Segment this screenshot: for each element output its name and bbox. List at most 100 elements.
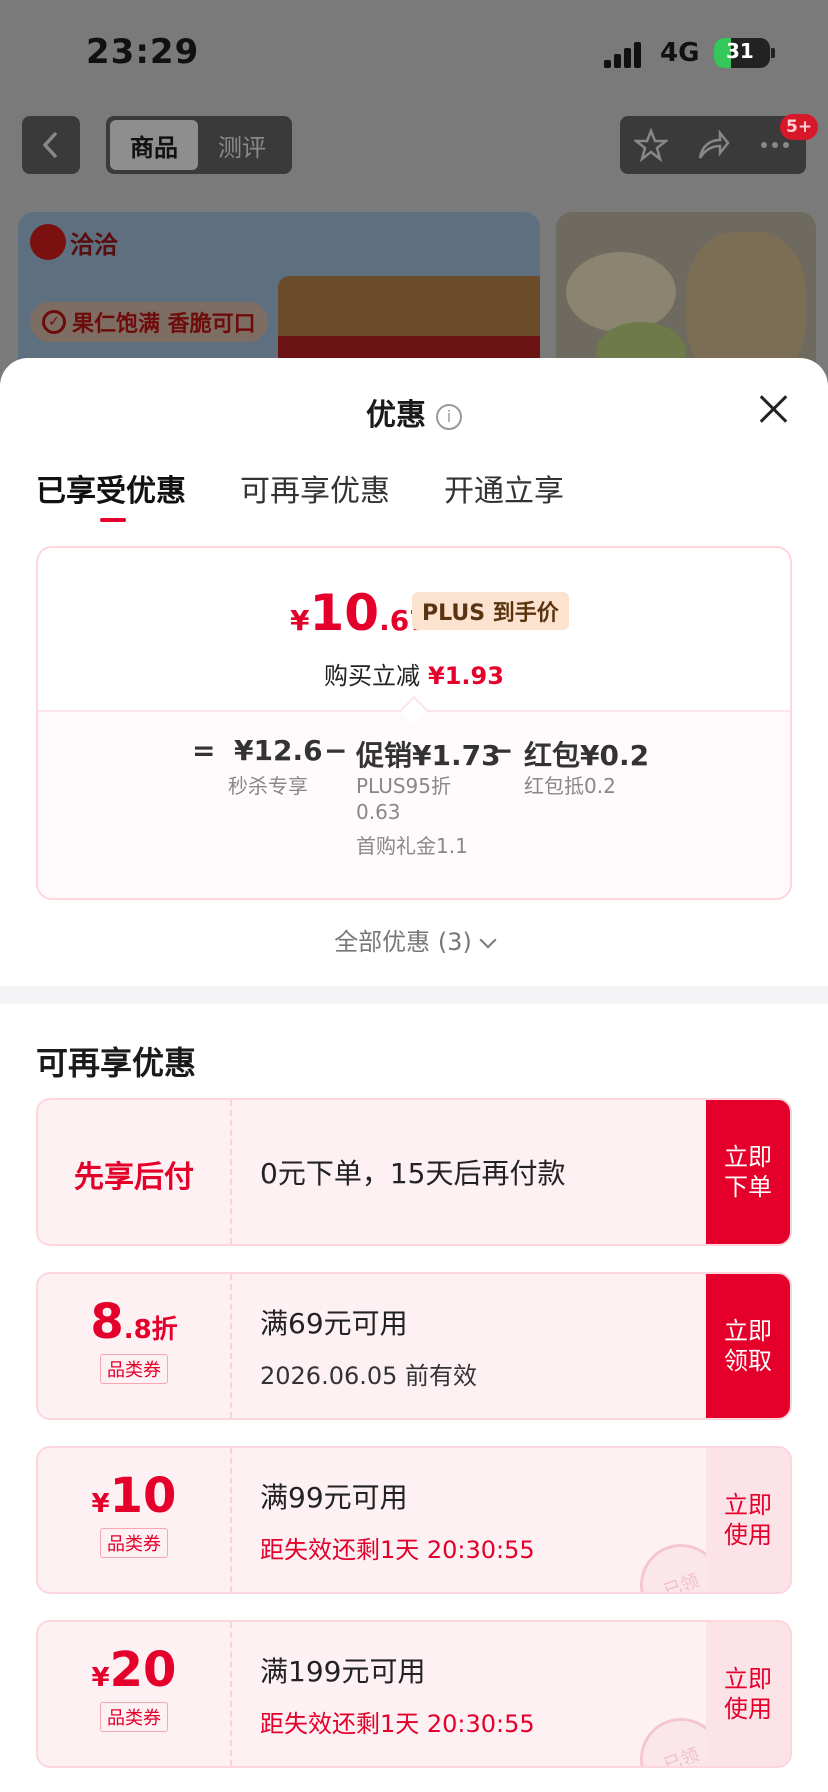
coupon-left: ¥20 品类券 [38, 1622, 230, 1766]
coupon-category-tag: 品类券 [100, 1702, 168, 1732]
claim-now-button[interactable]: 立即 领取 [706, 1274, 790, 1418]
coupon-left: 8.8折 品类券 [38, 1274, 230, 1418]
tab-available[interactable]: 可再享优惠 [240, 466, 390, 510]
coupon-card[interactable]: ¥10 品类券 满99元可用 距失效还剩1天 20:30:55 已领 立即 使用 [36, 1446, 792, 1594]
use-now-button[interactable]: 立即 使用 [706, 1622, 790, 1766]
product-banner[interactable]: 洽洽 ✓ 果仁饱满 香脆可口 洽洽 [18, 212, 540, 380]
calc-redpacket-value: 红包¥0.2 [524, 739, 650, 772]
chevron-down-icon [479, 931, 497, 949]
coupon-currency: ¥ [91, 1663, 110, 1693]
coupon-body: 0元下单，15天后再付款 [260, 1100, 565, 1244]
pistachio-image [566, 252, 676, 332]
coupon-category-tag: 品类券 [100, 1528, 168, 1558]
coupon-divider [230, 1100, 232, 1244]
all-benefits-label: 全部优惠 (3) [334, 928, 472, 956]
section-divider [0, 986, 828, 1004]
calc-equals: = [192, 734, 216, 767]
calc-promo-line3: 首购礼金1.1 [356, 834, 468, 858]
nav-actions [620, 116, 806, 174]
coupon-card[interactable]: 8.8折 品类券 满69元可用 2026.06.05 前有效 立即 领取 [36, 1272, 792, 1420]
check-circle-icon: ✓ [42, 310, 66, 334]
price-currency: ¥ [290, 604, 310, 637]
coupon-line2: 2026.06.05 前有效 [260, 1361, 478, 1390]
coupon-line1: 满69元可用 [260, 1306, 408, 1340]
final-price: ¥10.67 [290, 584, 429, 642]
calc-promo-line1: PLUS95折 [356, 774, 451, 798]
order-now-button[interactable]: 立即 下单 [706, 1100, 790, 1244]
coupon-left-title: 先享后付 [74, 1160, 194, 1195]
signal-icon [604, 40, 646, 68]
coupon-left: ¥10 品类券 [38, 1448, 230, 1592]
product-thumbnail[interactable] [556, 212, 816, 380]
calc-minus: − [490, 734, 514, 767]
coupon-body: 满69元可用 2026.06.05 前有效 [260, 1274, 477, 1418]
price-integer: 10 [309, 584, 380, 642]
price-breakdown: = ¥12.6 秒杀专享 − 促销¥1.73 PLUS95折 0.63 首购礼金… [38, 712, 790, 898]
banner-tagline: ✓ 果仁饱满 香脆可口 [30, 302, 268, 342]
notification-badge: 5+ [780, 114, 819, 140]
coupon-amount: ¥10 [38, 1468, 230, 1524]
benefit-tabs: 已享受优惠 可再享优惠 开通立享 [0, 448, 828, 528]
tab-review[interactable]: 测评 [198, 120, 286, 170]
calc-redpacket-label: 红包抵0.2 [524, 774, 616, 798]
coupon-amount: ¥20 [38, 1642, 230, 1698]
benefits-sheet: 优惠 i 已享受优惠 可再享优惠 开通立享 ¥10.67 PLUS 到手价 购买立… [0, 358, 828, 1792]
info-icon[interactable]: i [436, 403, 462, 430]
status-time: 23:29 [86, 32, 200, 72]
use-now-button[interactable]: 立即 使用 [706, 1448, 790, 1592]
calc-promo-value: 促销¥1.73 [356, 739, 501, 772]
reduce-amount: ¥1.93 [428, 662, 504, 690]
nav-tabs: 商品 测评 [106, 116, 292, 174]
share-icon[interactable] [696, 128, 730, 162]
coupon-card[interactable]: ¥20 品类券 满199元可用 距失效还剩1天 20:30:55 已领 立即 使… [36, 1620, 792, 1768]
sheet-title: 优惠 i [0, 390, 828, 434]
calc-minus: − [324, 734, 348, 767]
status-bar: 23:29 4G 31 [0, 0, 828, 110]
network-label: 4G [660, 38, 700, 68]
coupon-amount: 8.8折 [38, 1294, 230, 1350]
coupon-divider [230, 1448, 232, 1592]
calc-base-label: 秒杀专享 [228, 774, 308, 798]
calc-promo-line2: 0.63 [356, 800, 401, 824]
section-title: 可再享优惠 [36, 1044, 197, 1082]
coupon-body: 满99元可用 距失效还剩1天 20:30:55 [260, 1448, 535, 1592]
background-page: 23:29 4G 31 商品 测评 5+ 洽洽 ✓ 果仁饱满 香脆可口 [0, 0, 828, 380]
tab-activate[interactable]: 开通立享 [444, 466, 564, 510]
all-benefits-toggle[interactable]: 全部优惠 (3) [0, 922, 828, 957]
star-icon[interactable] [634, 128, 668, 162]
brand-mark-icon [30, 224, 66, 260]
price-card: ¥10.67 PLUS 到手价 购买立减 ¥1.93 = ¥12.6 秒杀专享 −… [36, 546, 792, 900]
reduce-line: 购买立减 ¥1.93 [38, 656, 790, 691]
tab-enjoyed[interactable]: 已享受优惠 [36, 466, 186, 522]
plus-price-tag: PLUS 到手价 [412, 592, 569, 630]
sheet-header: 优惠 i [0, 358, 828, 448]
coupon-left: 先享后付 [38, 1100, 230, 1244]
price-summary: ¥10.67 PLUS 到手价 购买立减 ¥1.93 [38, 548, 790, 712]
coupon-currency: ¥ [91, 1489, 110, 1519]
coupon-countdown: 距失效还剩1天 20:30:55 [260, 1535, 535, 1564]
close-icon[interactable] [758, 394, 788, 424]
reduce-label: 购买立减 [324, 662, 421, 690]
sheet-title-text: 优惠 [366, 398, 426, 433]
brand-logo: 洽洽 [30, 224, 118, 260]
coupon-amount-int: 10 [109, 1468, 177, 1524]
coupon-card[interactable]: 先享后付 0元下单，15天后再付款 立即 下单 [36, 1098, 792, 1246]
coupon-amount-suffix: .8折 [123, 1315, 178, 1345]
brand-name: 洽洽 [70, 230, 118, 259]
coupon-amount-int: 8 [90, 1294, 124, 1350]
coupon-body: 满199元可用 距失效还剩1天 20:30:55 [260, 1622, 535, 1766]
coupon-line1: 0元下单，15天后再付款 [260, 1157, 566, 1190]
coupon-line1: 满99元可用 [260, 1480, 408, 1514]
coupon-divider [230, 1622, 232, 1766]
battery-tip [771, 48, 775, 58]
coupon-amount-int: 20 [109, 1642, 177, 1698]
coupon-category-tag: 品类券 [100, 1354, 168, 1384]
tagline-text: 果仁饱满 香脆可口 [72, 312, 256, 337]
battery-icon: 31 [714, 38, 770, 68]
coupon-divider [230, 1274, 232, 1418]
chevron-left-icon [42, 131, 58, 159]
tab-product[interactable]: 商品 [110, 120, 198, 170]
calc-base-value: ¥12.6 [234, 734, 323, 767]
coupon-countdown: 距失效还剩1天 20:30:55 [260, 1709, 535, 1738]
back-button[interactable] [22, 116, 80, 174]
